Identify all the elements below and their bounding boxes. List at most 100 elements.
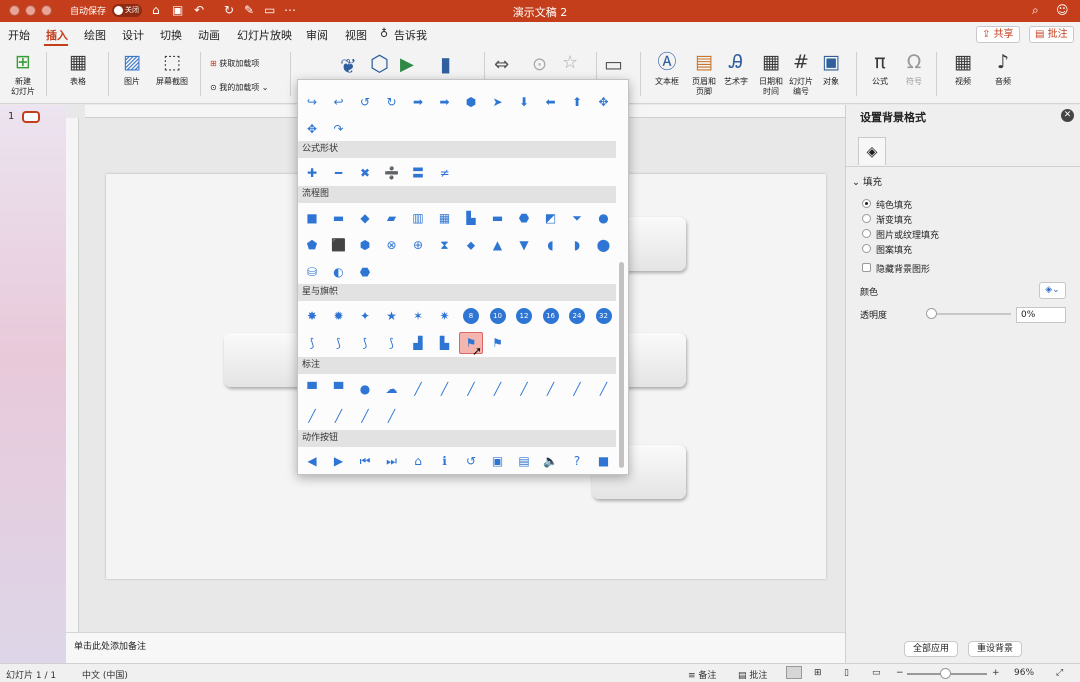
zoom-slider[interactable] [940,668,951,679]
shape-option[interactable]: ╱ [331,408,347,424]
tab-draw[interactable]: 绘图 [84,27,106,43]
shape-option[interactable]: ⏭ [384,453,400,469]
date-time-button[interactable]: ▦ 日期和 时间 [756,50,786,97]
shape-option[interactable]: 〓 [410,165,426,181]
shape-option[interactable]: ▦ [437,210,453,226]
shape-option[interactable]: ⬆ [569,94,585,110]
shape-option[interactable]: ╱ [463,381,479,397]
shape-option[interactable]: ▟ [410,335,426,351]
shape-option[interactable]: ⟆ [304,335,320,351]
zoom-in-button[interactable]: + [992,668,1000,678]
shape-option[interactable]: ≠ [437,165,453,181]
shape-option[interactable]: ➡ [437,94,453,110]
shape-option[interactable]: ⬅ [543,94,559,110]
shape-option[interactable]: ╱ [437,381,453,397]
shape-option[interactable]: ● [596,210,612,226]
table-button[interactable]: ▦ 表格 [60,50,96,87]
shape-option[interactable]: ⬤ [596,237,612,253]
shape-option[interactable]: ℹ [437,453,453,469]
shape-option[interactable]: ▣ [490,453,506,469]
shape-option[interactable]: ↻ [384,94,400,110]
shape-option[interactable]: ■ [596,453,612,469]
shape-option[interactable]: ⬥ [463,237,479,253]
shape-option[interactable]: ▬ [490,210,506,226]
tab-slideshow[interactable]: 幻灯片放映 [237,27,292,43]
zoom-out-button[interactable]: − [896,668,904,678]
fit-to-window-button[interactable]: ⤢ [1056,668,1063,678]
shape-option[interactable]: ⬣ [357,264,373,280]
shape-option[interactable]: ✥ [596,94,612,110]
tab-review[interactable]: 审阅 [306,27,328,43]
search-icon[interactable]: ⌕ [1032,3,1039,17]
new-slide-button[interactable]: ⊞ 新建 幻灯片 [6,50,40,97]
textbox-button[interactable]: Ⓐ 文本框 [650,50,684,87]
shape-option[interactable]: 10 [489,308,506,324]
pictures-button[interactable]: ▨ 图片 [116,50,148,87]
get-addins-button[interactable]: ⊞ 获取加载项 [210,58,259,69]
shape-option[interactable]: ⬢ [463,94,479,110]
tab-insert[interactable]: 插入 [46,27,68,43]
hide-background-checkbox[interactable] [862,263,871,272]
user-icon[interactable]: ☺ [1056,3,1069,17]
shape-option[interactable]: ⧗ [437,237,453,253]
shape-option[interactable]: ✚ [304,165,320,181]
shape-option[interactable]: ◗ [569,237,585,253]
tell-me-search[interactable]: 告诉我 [394,27,427,43]
shape-option[interactable]: ▰ [384,210,400,226]
shape-option[interactable]: ➗ [384,165,400,181]
normal-view-button[interactable] [786,666,802,679]
action-button[interactable]: ⊙ [532,54,547,75]
shape-option[interactable]: ? [569,453,585,469]
audio-button[interactable]: ♪ 音频 [986,50,1020,87]
tab-transitions[interactable]: 切换 [160,27,182,43]
shape-option[interactable]: ▬ [331,210,347,226]
chart-button[interactable]: ▮ [440,52,451,76]
shape-option[interactable]: ✸ [304,308,320,324]
screenshot-button[interactable]: ⬚ 屏幕截图 [152,50,192,87]
comments-button[interactable]: ▤ 批注 [1029,26,1074,43]
shape-option[interactable]: 16 [542,308,559,324]
header-footer-button[interactable]: ▤ 页眉和 页脚 [688,50,720,97]
shape-option[interactable]: ╱ [516,381,532,397]
language-indicator[interactable]: 中文 (中国) [82,668,128,681]
shape-option[interactable]: ⏮ [357,453,373,469]
pattern-fill-radio[interactable] [862,244,871,253]
shape-option[interactable]: ╱ [569,381,585,397]
shape-option[interactable]: 12 [516,308,532,324]
presenter-view-button[interactable]: ▭ [872,668,881,678]
shape-option[interactable]: ▀ [304,381,320,397]
video-button[interactable]: ▦ 视频 [946,50,980,87]
shape-option[interactable]: ✖ [357,165,373,181]
shape-option[interactable]: ◐ [331,264,347,280]
tab-view[interactable]: 视图 [345,27,367,43]
transparency-slider[interactable] [926,308,937,319]
tab-animations[interactable]: 动画 [198,27,220,43]
notes-toggle[interactable]: ≡ 备注 [688,668,716,681]
shape-option[interactable]: ➤ [490,94,506,110]
3d-models-button[interactable]: ⬡ [370,52,389,77]
shape-option[interactable]: ▥ [410,210,426,226]
shape-option[interactable]: ↷ [331,121,347,137]
shape-option[interactable]: ▀ [331,381,347,397]
close-icon[interactable]: ✕ [1061,109,1074,122]
reset-background-button[interactable]: 重设背景 [968,641,1023,657]
slide-number-button[interactable]: # 幻灯片 编号 [786,50,816,97]
shape-option[interactable]: ◀ [304,453,320,469]
comments-toggle[interactable]: ▤ 批注 [738,668,767,681]
shape-option[interactable]: ↩ [331,94,347,110]
shape-option[interactable]: ⬣ [516,210,532,226]
tab-design[interactable]: 设计 [122,27,144,43]
shape-option[interactable]: ╱ [596,381,612,397]
object-button[interactable]: ▣ 对象 [818,50,844,87]
shape-option[interactable]: ━ [331,165,347,181]
zoom-level[interactable]: 96% [1014,668,1034,678]
share-button[interactable]: ⇪ 共享 [976,26,1020,43]
fill-bucket-icon[interactable]: ◈ [858,137,886,165]
shape-option[interactable]: ╱ [490,381,506,397]
shape-option[interactable]: ╱ [304,408,320,424]
dropdown-scrollbar[interactable] [619,262,624,468]
shape-option[interactable]: ╱ [384,408,400,424]
shape-option[interactable]: ◩ [543,210,559,226]
notes-pane[interactable]: 单击此处添加备注 [66,632,845,663]
shape-option[interactable]: ↺ [357,94,373,110]
